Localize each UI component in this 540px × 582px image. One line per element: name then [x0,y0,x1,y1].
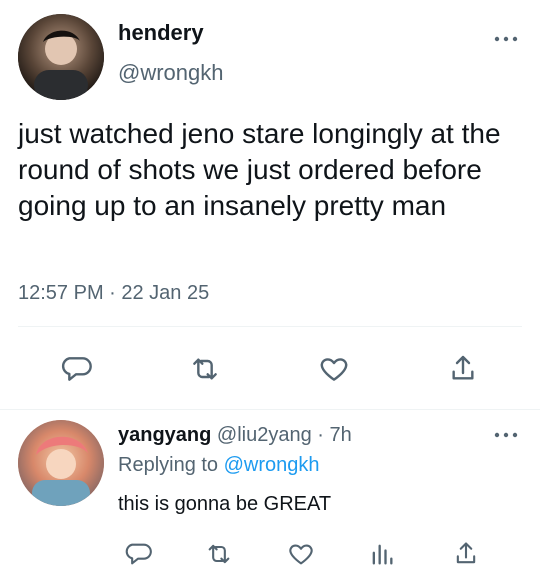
separator-dot: · [317,424,324,446]
more-options-icon[interactable] [493,31,519,47]
share-icon[interactable] [452,540,480,568]
timestamp[interactable]: 12:57 PM · 22 Jan 25 [18,282,209,305]
divider [0,409,540,410]
avatar[interactable] [18,420,104,506]
replying-to-handle[interactable]: @wrongkh [224,454,320,476]
like-icon[interactable] [287,540,315,568]
retweet-icon[interactable] [205,540,233,568]
reply-text: this is gonna be GREAT [118,493,332,515]
replying-to-label: Replying to [118,454,219,476]
retweet-icon[interactable] [189,353,221,385]
reply-icon[interactable] [124,540,152,568]
reply-age[interactable]: 7h [330,424,352,446]
author-handle[interactable]: @wrongkh [118,60,224,86]
avatar[interactable] [18,14,104,100]
divider [18,326,522,327]
tweet-text: just watched jeno stare longingly at the… [18,118,501,221]
more-options-icon[interactable] [493,427,519,443]
replying-to: Replying to @wrongkh [118,454,320,477]
analytics-icon[interactable] [368,540,396,568]
share-icon[interactable] [447,353,479,385]
reply-header: yangyang @liu2yang · 7h [118,424,352,447]
like-icon[interactable] [318,353,350,385]
reply-icon[interactable] [60,353,92,385]
reply-author-name[interactable]: yangyang [118,424,211,446]
author-name[interactable]: hendery [118,20,204,46]
reply-author-handle[interactable]: @liu2yang [217,424,312,446]
